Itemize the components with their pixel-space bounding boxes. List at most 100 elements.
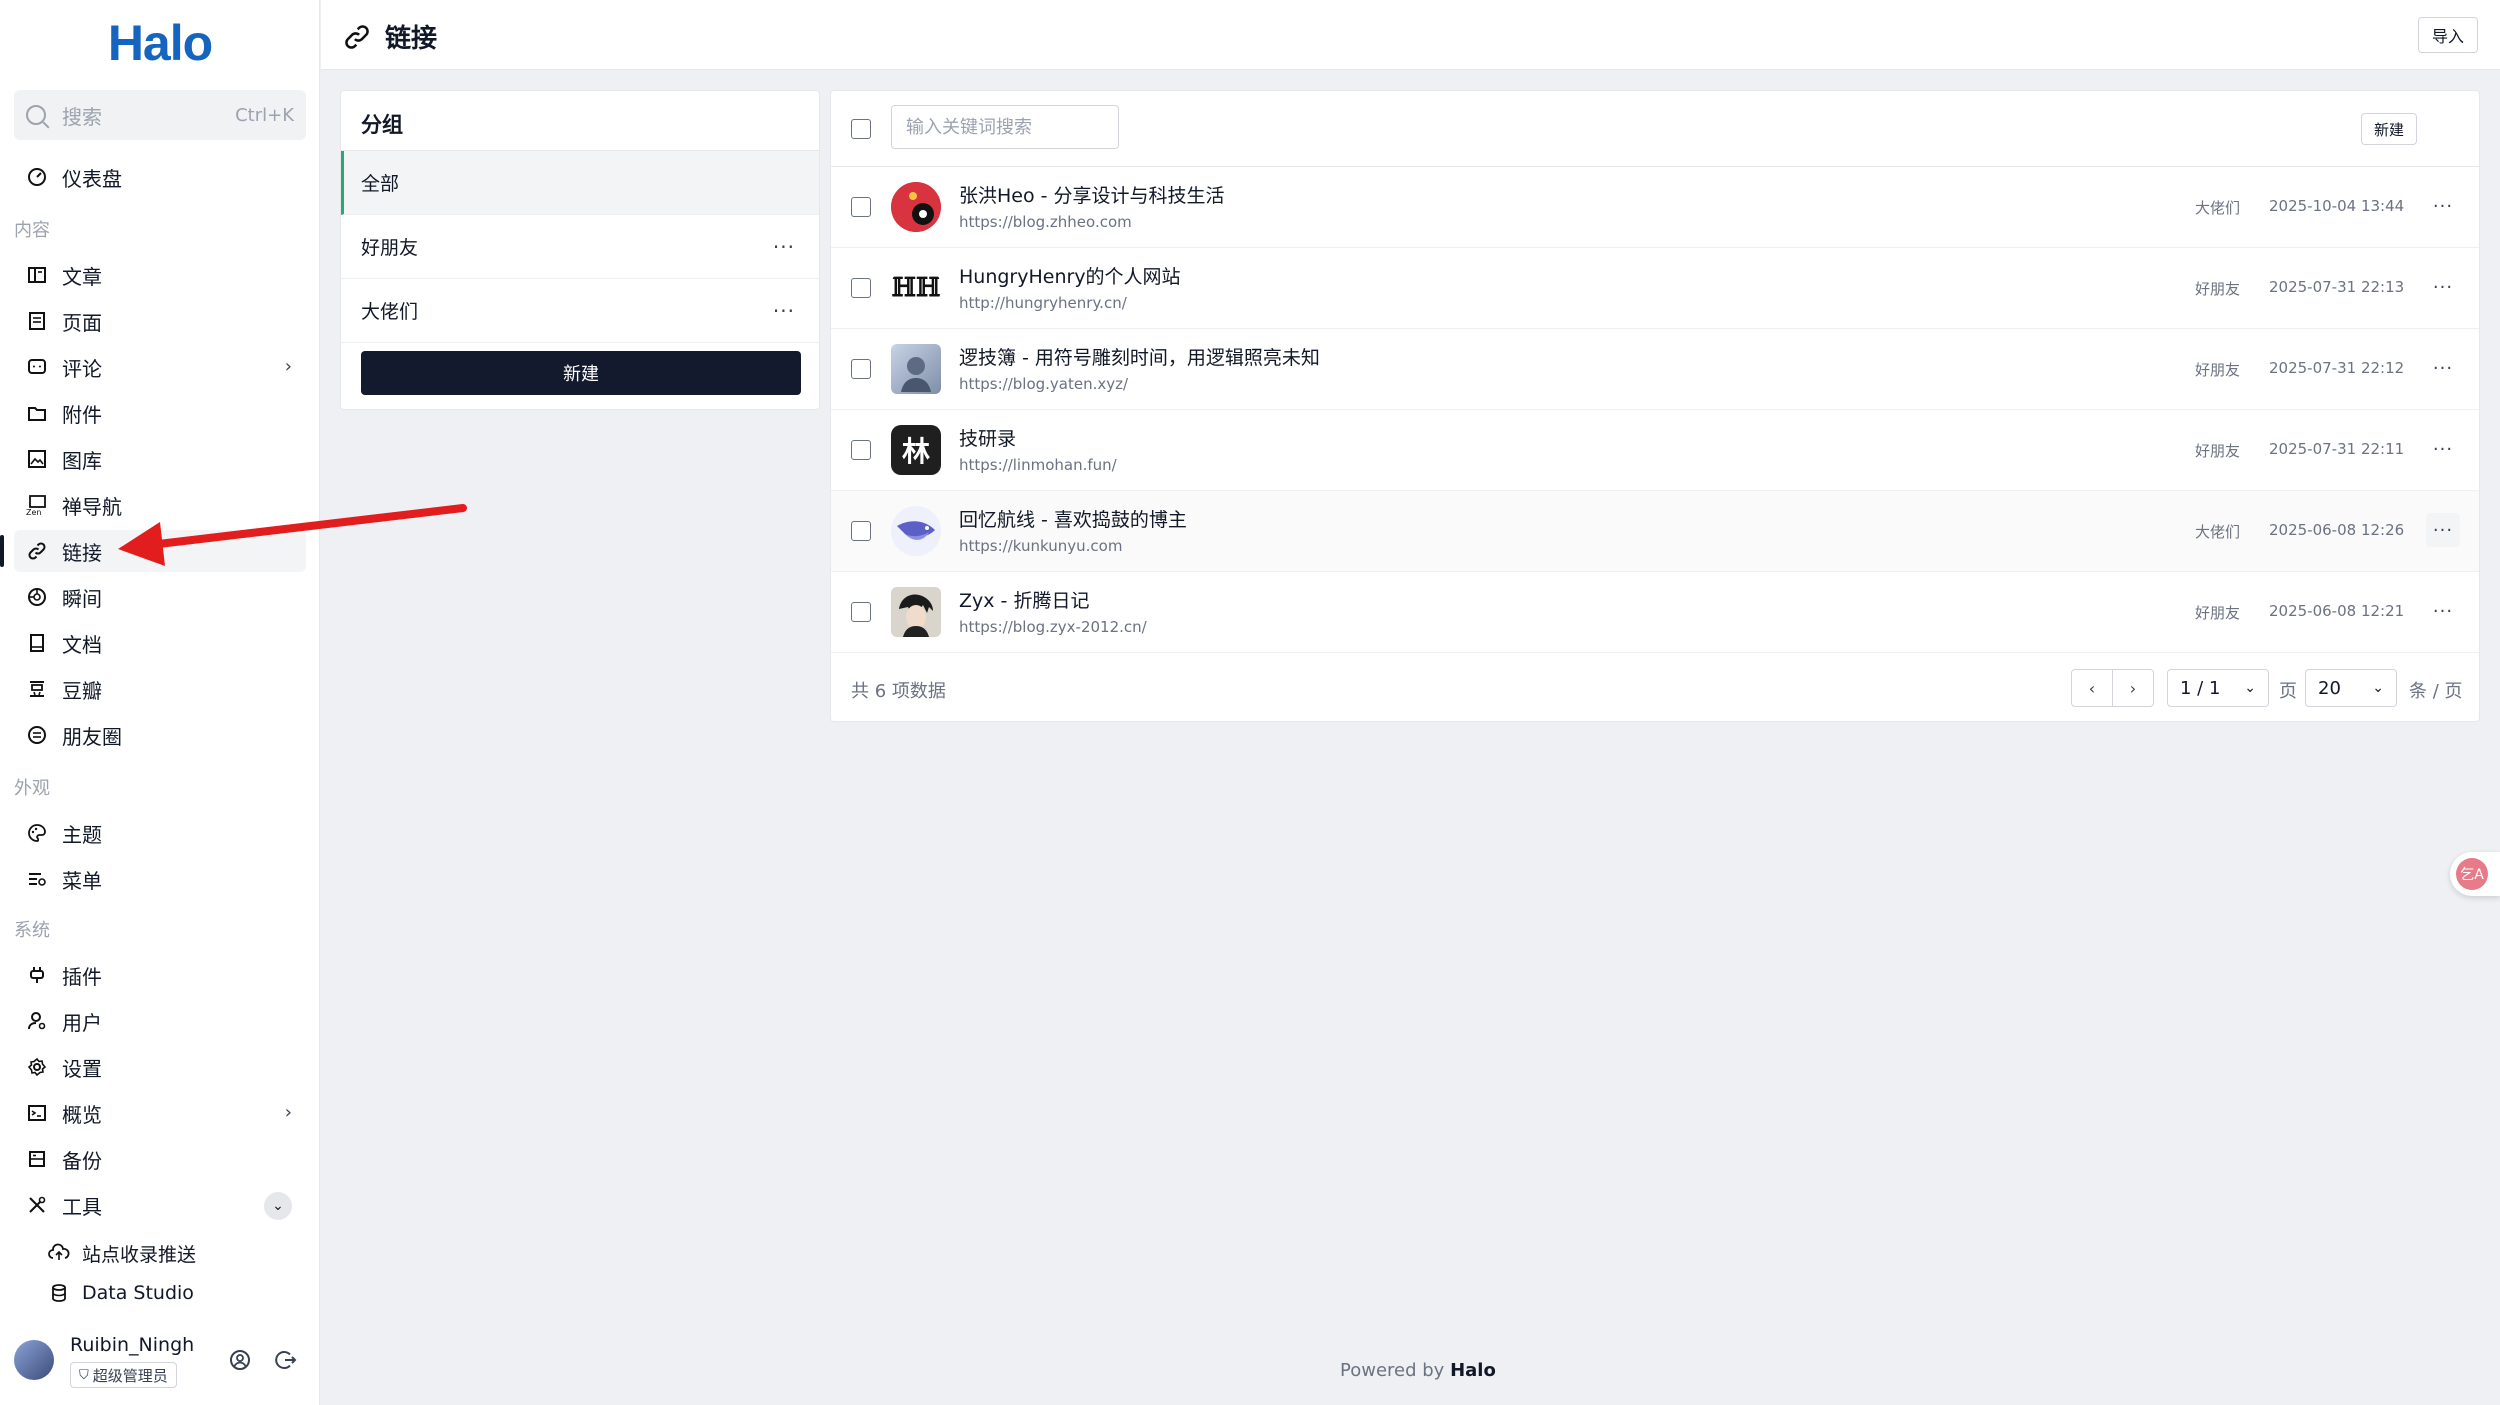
- logout-icon[interactable]: [274, 1348, 298, 1372]
- sidebar-item-plugins[interactable]: 插件: [14, 954, 306, 996]
- row-checkbox[interactable]: [851, 278, 871, 298]
- sidebar-item-label: 菜单: [62, 868, 102, 893]
- user-name: Ruibin_Ningh: [70, 1334, 195, 1356]
- page-size-unit: 条 / 页: [2409, 681, 2463, 702]
- sidebar-item-settings[interactable]: 设置: [14, 1046, 306, 1088]
- group-item-friends[interactable]: 好朋友 ···: [341, 215, 819, 279]
- new-group-button[interactable]: 新建: [361, 351, 801, 395]
- page-select[interactable]: 1 / 1 ⌄: [2167, 669, 2269, 707]
- chevron-down-icon[interactable]: ⌄: [264, 1192, 292, 1220]
- link-url[interactable]: https://kunkunyu.com: [959, 537, 1122, 555]
- role-label: 超级管理员: [92, 1366, 168, 1385]
- palette-icon: [26, 822, 48, 844]
- row-more-icon[interactable]: ···: [2426, 594, 2460, 628]
- avatar[interactable]: [14, 1340, 54, 1380]
- table-row[interactable]: 回忆航线 - 喜欢捣鼓的博主 https://kunkunyu.com 大佬们 …: [831, 491, 2479, 572]
- sidebar-item-dashboard[interactable]: 仪表盘: [14, 156, 306, 198]
- sidebar-item-themes[interactable]: 主题: [14, 812, 306, 854]
- page-size-select[interactable]: 20 ⌄: [2305, 669, 2397, 707]
- sidebar-item-label: 备份: [62, 1148, 102, 1173]
- link-name[interactable]: 逻技簿 - 用符号雕刻时间，用逻辑照亮未知: [959, 343, 1320, 370]
- sidebar-item-label: 概览: [62, 1102, 102, 1127]
- link-url[interactable]: http://hungryhenry.cn/: [959, 294, 1127, 312]
- group-item-all[interactable]: 全部: [341, 151, 819, 215]
- link-url[interactable]: https://blog.zyx-2012.cn/: [959, 618, 1147, 636]
- sidebar-item-gallery[interactable]: 图库: [14, 438, 306, 480]
- sidebar-item-moments[interactable]: 瞬间: [14, 576, 306, 618]
- select-all-checkbox[interactable]: [851, 119, 871, 139]
- link-date: 2025-06-08 12:21: [2269, 602, 2405, 620]
- sidebar-item-zen-nav[interactable]: Zen 禅导航: [14, 484, 306, 526]
- sidebar-item-attachments[interactable]: 附件: [14, 392, 306, 434]
- shield-icon: ⛉: [79, 1367, 89, 1383]
- link-url[interactable]: https://blog.zhheo.com: [959, 213, 1132, 231]
- table-row[interactable]: ℍℍ HungryHenry的个人网站 http://hungryhenry.c…: [831, 248, 2479, 329]
- profile-icon[interactable]: [228, 1348, 252, 1372]
- keyword-search-input[interactable]: [891, 105, 1119, 149]
- new-link-button[interactable]: 新建: [2361, 113, 2417, 145]
- row-more-icon[interactable]: ···: [2426, 513, 2460, 547]
- sidebar-item-docs[interactable]: 文档: [14, 622, 306, 664]
- search-bar[interactable]: 搜索 Ctrl+K: [14, 90, 306, 140]
- powered-brand[interactable]: Halo: [1450, 1360, 1496, 1381]
- sidebar-subitem-site-push[interactable]: 站点收录推送: [48, 1235, 196, 1271]
- dashboard-icon: [26, 166, 48, 188]
- table-row[interactable]: 张洪Heo - 分享设计与科技生活 https://blog.zhheo.com…: [831, 167, 2479, 248]
- link-date: 2025-07-31 22:12: [2269, 359, 2405, 377]
- link-avatar: [891, 344, 941, 394]
- sidebar-item-pages[interactable]: 页面: [14, 300, 306, 342]
- sidebar-item-label: 文章: [62, 264, 102, 289]
- sidebar-item-tools[interactable]: 工具 ⌄: [14, 1184, 306, 1226]
- row-checkbox[interactable]: [851, 440, 871, 460]
- row-checkbox[interactable]: [851, 602, 871, 622]
- row-more-icon[interactable]: ···: [2426, 270, 2460, 304]
- more-icon[interactable]: ···: [773, 299, 795, 323]
- link-date: 2025-07-31 22:13: [2269, 278, 2405, 296]
- sidebar-item-backup[interactable]: 备份: [14, 1138, 306, 1180]
- row-checkbox[interactable]: [851, 359, 871, 379]
- chevron-down-icon: ⌄: [2244, 680, 2256, 696]
- prev-page-button[interactable]: ‹: [2071, 669, 2113, 707]
- sidebar-item-label: 朋友圈: [62, 724, 122, 749]
- row-more-icon[interactable]: ···: [2426, 351, 2460, 385]
- sidebar-item-comments[interactable]: 评论 ›: [14, 346, 306, 388]
- row-checkbox[interactable]: [851, 521, 871, 541]
- total-count: 共 6 项数据: [851, 681, 946, 702]
- sidebar-item-posts[interactable]: 文章: [14, 254, 306, 296]
- link-group: 好朋友: [2195, 442, 2241, 460]
- sidebar-item-overview[interactable]: 概览 ›: [14, 1092, 306, 1134]
- group-item-bigshots[interactable]: 大佬们 ···: [341, 279, 819, 343]
- halo-logo[interactable]: Halo: [0, 14, 320, 72]
- link-url[interactable]: https://linmohan.fun/: [959, 456, 1117, 474]
- sidebar-subitem-label: Data Studio: [82, 1282, 194, 1304]
- doc-icon: [26, 632, 48, 654]
- link-name[interactable]: 技研录: [959, 424, 1016, 451]
- pagination-bar: 共 6 项数据 ‹ › 1 / 1 ⌄ 页 20 ⌄ 条 / 页: [831, 653, 2479, 725]
- sidebar-item-links[interactable]: 链接: [14, 530, 306, 572]
- row-more-icon[interactable]: ···: [2426, 189, 2460, 223]
- sidebar-item-menus[interactable]: 菜单: [14, 858, 306, 900]
- sidebar: Halo 搜索 Ctrl+K 仪表盘 内容 文章 页面 评论 › 附件 图库 Z…: [0, 0, 320, 1405]
- next-page-button[interactable]: ›: [2112, 669, 2154, 707]
- floating-translate-button[interactable]: 乞A: [2450, 852, 2500, 896]
- more-icon[interactable]: ···: [773, 235, 795, 259]
- nav-icon: Zen: [26, 494, 48, 516]
- link-name[interactable]: Zyx - 折腾日记: [959, 586, 1089, 613]
- link-group: 好朋友: [2195, 604, 2241, 622]
- sidebar-subitem-data-studio[interactable]: Data Studio: [48, 1275, 194, 1311]
- link-name[interactable]: 回忆航线 - 喜欢捣鼓的博主: [959, 505, 1187, 532]
- row-more-icon[interactable]: ···: [2426, 432, 2460, 466]
- link-date: 2025-07-31 22:11: [2269, 440, 2405, 458]
- sidebar-item-douban[interactable]: 豆瓣: [14, 668, 306, 710]
- link-name[interactable]: HungryHenry的个人网站: [959, 262, 1181, 289]
- sidebar-item-friends[interactable]: 朋友圈: [14, 714, 306, 756]
- table-row[interactable]: 逻技簿 - 用符号雕刻时间，用逻辑照亮未知 https://blog.yaten…: [831, 329, 2479, 410]
- sidebar-item-users[interactable]: 用户: [14, 1000, 306, 1042]
- row-checkbox[interactable]: [851, 197, 871, 217]
- import-button[interactable]: 导入: [2418, 17, 2478, 53]
- moments-icon: [26, 586, 48, 608]
- table-row[interactable]: 林 技研录 https://linmohan.fun/ 好朋友 2025-07-…: [831, 410, 2479, 491]
- link-name[interactable]: 张洪Heo - 分享设计与科技生活: [959, 181, 1225, 208]
- table-row[interactable]: Zyx - 折腾日记 https://blog.zyx-2012.cn/ 好朋友…: [831, 572, 2479, 653]
- link-url[interactable]: https://blog.yaten.xyz/: [959, 375, 1128, 393]
